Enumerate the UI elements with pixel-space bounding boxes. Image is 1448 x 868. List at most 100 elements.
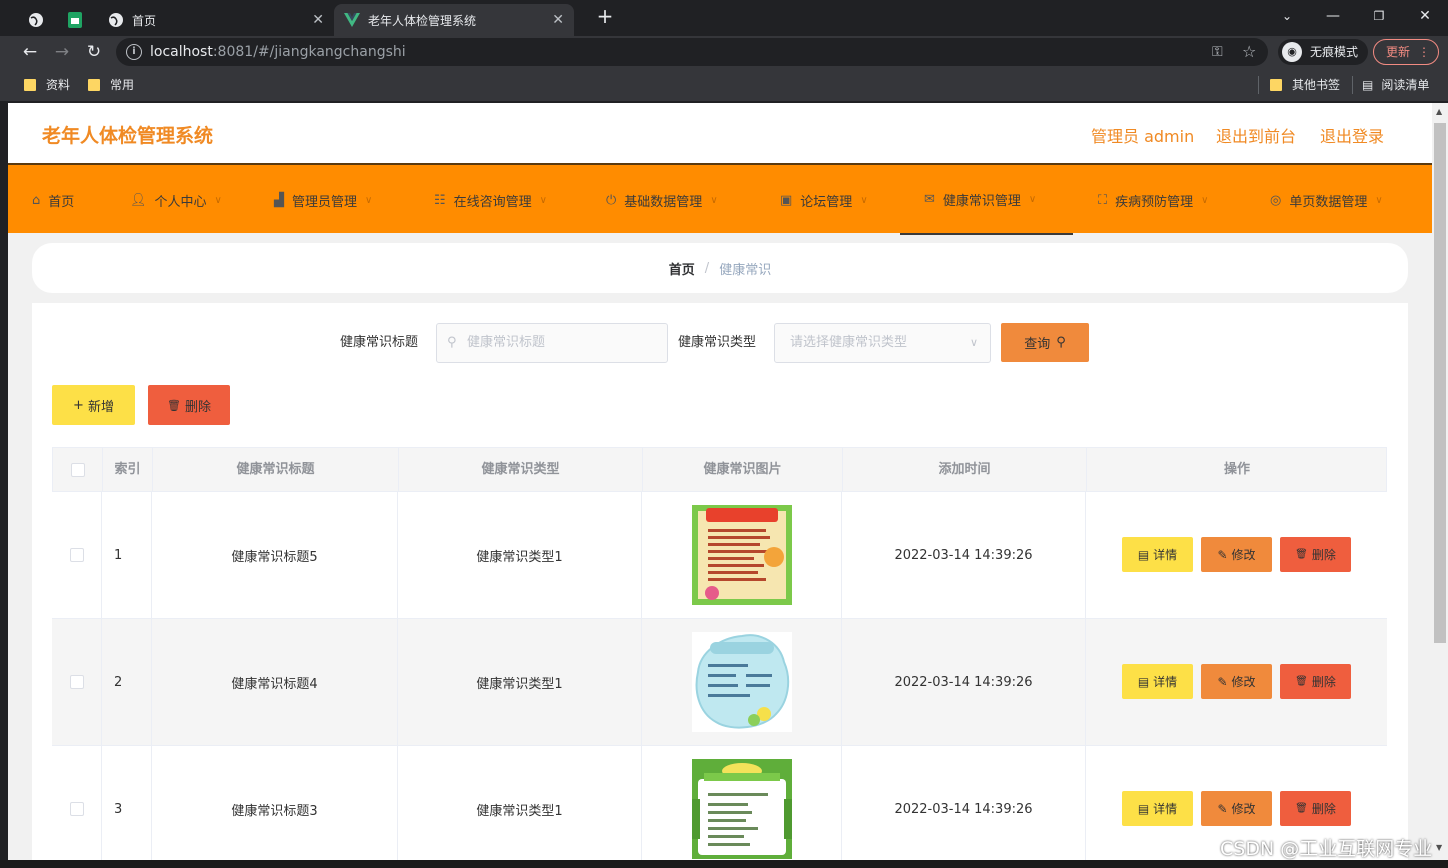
plus-icon: + [73, 397, 84, 413]
row-select-cell [52, 746, 102, 860]
browser-tab-strip: 首页 ✕ 老年人体检管理系统 ✕ + ⌄ — ❐ ✕ [0, 0, 1448, 36]
star-icon[interactable]: ☆ [1242, 38, 1256, 66]
tab-home[interactable]: 首页 ✕ [98, 4, 334, 36]
edit-button[interactable]: ✎ 修改 [1201, 791, 1272, 826]
row-index: 1 [102, 492, 152, 618]
select-all-checkbox[interactable] [70, 462, 85, 477]
back-icon[interactable]: ← [18, 40, 42, 64]
title-search-input[interactable]: ⚲ 健康常识标题 [436, 323, 668, 363]
row-index: 2 [102, 619, 152, 745]
scroll-down-icon[interactable]: ▼ [1436, 843, 1444, 852]
chevron-down-icon: ∨ [710, 194, 718, 206]
reload-icon[interactable]: ↻ [82, 40, 106, 64]
chevron-down-icon: ∨ [365, 194, 373, 206]
delete-button[interactable]: 🗑︎ 删除 [1280, 537, 1351, 572]
row-checkbox[interactable] [69, 802, 84, 816]
header-title: 健康常识标题 [153, 448, 399, 491]
menu-label: 首页 [48, 194, 75, 210]
window-close-icon[interactable]: ✕ [1402, 4, 1448, 28]
add-label: 新增 [87, 399, 114, 415]
menu-item-forum[interactable]: ▣ 论坛管理 ∨ [780, 165, 868, 235]
row-index: 3 [102, 746, 152, 860]
chevron-down-icon: ∨ [1375, 194, 1383, 206]
menu-item-home[interactable]: ⌂ 首页 [32, 165, 74, 235]
tab-globe[interactable] [18, 4, 56, 36]
more-icon: ⋮ [1418, 45, 1430, 59]
new-tab-icon[interactable]: + [582, 4, 628, 28]
document-icon: ▤ [1137, 547, 1150, 562]
close-icon[interactable]: ✕ [312, 12, 324, 28]
minimize-icon[interactable]: — [1310, 4, 1356, 28]
scroll-thumb[interactable] [1434, 123, 1446, 643]
row-time: 2022-03-14 14:39:26 [842, 619, 1086, 745]
tab-active[interactable]: 老年人体检管理系统 ✕ [334, 4, 574, 36]
scroll-up-icon[interactable]: ▲ [1436, 107, 1444, 116]
admin-link[interactable]: 管理员 admin [1091, 123, 1194, 147]
power-icon: ⏻ [606, 192, 617, 208]
vue-icon [344, 12, 360, 28]
reading-list-icon: ▤ [1362, 77, 1374, 92]
bookmark-folder[interactable]: 常用 [88, 76, 134, 93]
breadcrumb-separator: / [704, 260, 710, 276]
incognito-indicator[interactable]: ◉ 无痕模式 [1278, 39, 1369, 65]
detail-button[interactable]: ▤ 详情 [1122, 791, 1193, 826]
close-icon[interactable]: ✕ [552, 12, 564, 28]
detail-label: 详情 [1153, 548, 1178, 562]
forward-icon[interactable]: → [50, 40, 74, 64]
row-type: 健康常识类型1 [398, 619, 642, 745]
detail-button[interactable]: ▤ 详情 [1122, 537, 1193, 572]
key-icon[interactable]: ⚿ [1212, 38, 1223, 66]
table-row: 1 健康常识标题5 健康常识类型1 2022-03-14 14:39:26 ▤ … [52, 492, 1387, 619]
delete-button[interactable]: 🗑︎ 删除 [1280, 791, 1351, 826]
delete-label: 删除 [1311, 548, 1336, 562]
edit-button[interactable]: ✎ 修改 [1201, 664, 1272, 699]
detail-label: 详情 [1153, 675, 1178, 689]
delete-button[interactable]: 🗑︎ 删除 [1280, 664, 1351, 699]
page-scrollbar[interactable]: ▲ ▼ [1432, 103, 1448, 860]
menu-label: 管理员管理 [292, 194, 358, 210]
row-checkbox[interactable] [69, 675, 84, 689]
table-header: 索引 健康常识标题 健康常识类型 健康常识图片 添加时间 操作 [52, 447, 1387, 492]
front-link[interactable]: 退出到前台 [1216, 123, 1296, 147]
detail-button[interactable]: ▤ 详情 [1122, 664, 1193, 699]
menu-item-basedata[interactable]: ⏻ 基础数据管理 ∨ [606, 165, 718, 235]
menu-item-prevention[interactable]: ⛶ 疾病预防管理 ∨ [1098, 165, 1208, 235]
bookmark-folder[interactable]: 资料 [24, 76, 70, 93]
menu-label: 个人中心 [154, 194, 207, 210]
document-icon: ▤ [1137, 674, 1150, 689]
url-host: localhost [150, 44, 213, 60]
row-image-cell [642, 492, 842, 618]
other-bookmarks[interactable]: 其他书签 [1270, 76, 1340, 93]
chevron-down-icon: ∨ [969, 336, 978, 349]
tab-sheets[interactable] [58, 4, 96, 36]
edit-label: 修改 [1231, 802, 1256, 816]
health-poster-image[interactable] [691, 759, 792, 859]
restore-icon[interactable]: ❐ [1356, 4, 1402, 28]
type-select[interactable]: 请选择健康常识类型 ∨ [774, 323, 991, 363]
health-poster-image[interactable] [691, 632, 792, 732]
row-time: 2022-03-14 14:39:26 [842, 492, 1086, 618]
menu-item-personal[interactable]: 👤︎ 个人中心 ∨ [130, 165, 222, 235]
menu-item-consult[interactable]: ☷ 在线咨询管理 ∨ [434, 165, 547, 235]
chevron-down-icon[interactable]: ⌄ [1264, 4, 1310, 28]
pencil-icon: ✎ [1217, 801, 1228, 816]
header-type: 健康常识类型 [399, 448, 643, 491]
site-info-icon[interactable]: i [126, 44, 142, 60]
search-icon: ⚲ [1056, 335, 1066, 350]
home-icon: ⌂ [32, 192, 41, 208]
menu-item-singlepage[interactable]: ◎ 单页数据管理 ∨ [1270, 165, 1383, 235]
reading-list[interactable]: ▤ 阅读清单 [1362, 76, 1429, 93]
edit-button[interactable]: ✎ 修改 [1201, 537, 1272, 572]
query-button[interactable]: 查询 ⚲ [1001, 323, 1089, 362]
logout-link[interactable]: 退出登录 [1320, 123, 1384, 147]
bulk-delete-button[interactable]: 🗑︎ 删除 [148, 385, 230, 425]
breadcrumb-home[interactable]: 首页 [669, 259, 695, 278]
health-poster-image[interactable] [691, 505, 792, 605]
menu-item-admin[interactable]: ▟ 管理员管理 ∨ [274, 165, 372, 235]
url-field[interactable]: i localhost:8081/#/jiangkangchangshi ⚿ ☆ [116, 38, 1268, 66]
update-button[interactable]: 更新 ⋮ [1373, 39, 1439, 65]
menu-item-health[interactable]: ✉ 健康常识管理 ∨ [900, 165, 1073, 235]
add-button[interactable]: + 新增 [52, 385, 135, 425]
row-checkbox[interactable] [69, 548, 84, 562]
other-bookmarks-label: 其他书签 [1292, 78, 1341, 92]
